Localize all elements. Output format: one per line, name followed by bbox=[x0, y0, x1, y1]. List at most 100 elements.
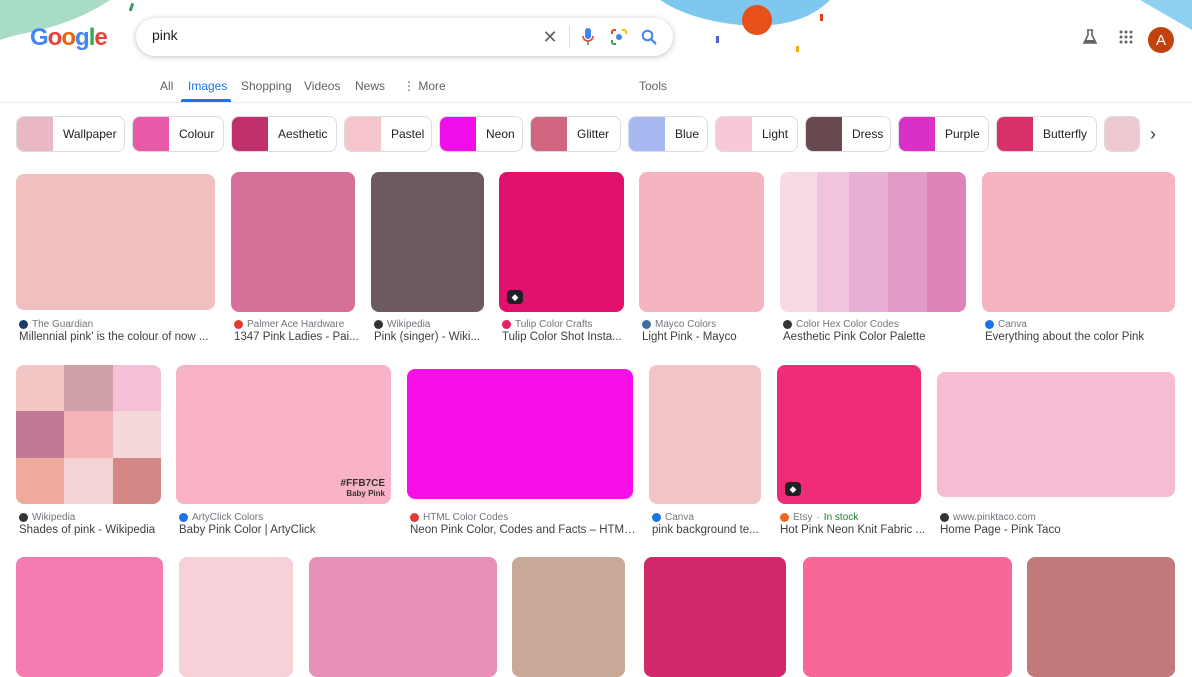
filter-chip[interactable]: Butterfly bbox=[996, 116, 1097, 152]
shopping-tag-icon: ◆ bbox=[507, 290, 523, 304]
site-favicon-icon bbox=[642, 320, 651, 329]
more-vert-icon: ⋮ bbox=[403, 79, 419, 93]
result-image[interactable] bbox=[649, 365, 761, 504]
chip-thumbnail bbox=[531, 117, 567, 151]
result-image[interactable] bbox=[16, 557, 163, 677]
result-title[interactable]: pink background te... bbox=[652, 524, 759, 536]
clear-icon[interactable]: ✕ bbox=[540, 27, 560, 47]
filter-chip[interactable] bbox=[1104, 116, 1140, 152]
site-favicon-icon bbox=[374, 320, 383, 329]
chip-label: Pastel bbox=[391, 127, 425, 141]
result-source[interactable]: The Guardian bbox=[19, 319, 93, 330]
site-favicon-icon bbox=[19, 513, 28, 522]
result-image[interactable] bbox=[512, 557, 625, 677]
result-source[interactable]: Color Hex Color Codes bbox=[783, 319, 899, 330]
header-divider bbox=[0, 102, 1192, 103]
result-title[interactable]: Millennial pink' is the colour of now ..… bbox=[19, 331, 208, 343]
color-code-overlay: #FFB7CE Baby Pink bbox=[340, 478, 385, 498]
chevron-right-icon[interactable]: › bbox=[1150, 124, 1156, 145]
result-title[interactable]: Neon Pink Color, Codes and Facts – HTML.… bbox=[410, 524, 636, 536]
chip-label: Light bbox=[762, 127, 789, 141]
result-image[interactable] bbox=[16, 365, 161, 504]
result-image[interactable] bbox=[644, 557, 786, 677]
result-image[interactable] bbox=[639, 172, 764, 312]
site-favicon-icon bbox=[783, 320, 792, 329]
tab-all[interactable]: All bbox=[160, 79, 173, 93]
filter-chip[interactable]: Aesthetic bbox=[231, 116, 337, 152]
result-image[interactable] bbox=[16, 174, 215, 310]
tab-images[interactable]: Images bbox=[188, 79, 227, 93]
result-image[interactable] bbox=[407, 369, 633, 499]
result-source[interactable]: ArtyClick Colors bbox=[179, 512, 263, 523]
result-title[interactable]: Everything about the color Pink bbox=[985, 331, 1144, 343]
chip-thumbnail bbox=[17, 117, 53, 151]
result-title[interactable]: 1347 Pink Ladies - Pai... bbox=[234, 331, 359, 343]
labs-icon[interactable] bbox=[1079, 26, 1101, 48]
result-title[interactable]: Hot Pink Neon Knit Fabric ... bbox=[780, 524, 925, 536]
result-source[interactable]: Wikipedia bbox=[19, 512, 75, 523]
result-image[interactable]: ◆ bbox=[777, 365, 921, 504]
result-title[interactable]: Tulip Color Shot Insta... bbox=[502, 331, 622, 343]
user-avatar[interactable]: A bbox=[1148, 27, 1174, 53]
filter-chip[interactable]: Light bbox=[715, 116, 798, 152]
result-image[interactable] bbox=[309, 557, 497, 677]
result-title[interactable]: Shades of pink - Wikipedia bbox=[19, 524, 155, 536]
chip-label: Aesthetic bbox=[278, 127, 328, 141]
tab-more[interactable]: ⋮ More bbox=[403, 79, 446, 93]
filter-chip[interactable]: Neon bbox=[439, 116, 523, 152]
result-image[interactable]: ◆ bbox=[499, 172, 624, 312]
result-source[interactable]: HTML Color Codes bbox=[410, 512, 508, 523]
result-image[interactable] bbox=[371, 172, 484, 312]
stock-status: In stock bbox=[823, 512, 859, 523]
result-source[interactable]: Palmer Ace Hardware bbox=[234, 319, 344, 330]
result-image[interactable] bbox=[780, 172, 966, 312]
tab-videos[interactable]: Videos bbox=[304, 79, 340, 93]
google-logo[interactable]: Google bbox=[30, 24, 108, 52]
result-image[interactable] bbox=[231, 172, 355, 312]
site-favicon-icon bbox=[985, 320, 994, 329]
chip-thumbnail bbox=[440, 117, 476, 151]
result-image[interactable] bbox=[179, 557, 293, 677]
tab-shopping[interactable]: Shopping bbox=[241, 79, 292, 93]
result-source[interactable]: Canva bbox=[652, 512, 694, 523]
result-image[interactable]: #FFB7CE Baby Pink bbox=[176, 365, 391, 504]
result-source[interactable]: Canva bbox=[985, 319, 1027, 330]
search-input[interactable] bbox=[152, 27, 532, 43]
result-source[interactable]: www.pinktaco.com bbox=[940, 512, 1036, 523]
filter-chip[interactable]: Blue bbox=[628, 116, 708, 152]
tools-button[interactable]: Tools bbox=[639, 79, 667, 93]
chip-thumbnail bbox=[345, 117, 381, 151]
filter-chip[interactable]: Wallpaper bbox=[16, 116, 125, 152]
result-source[interactable]: Mayco Colors bbox=[642, 319, 716, 330]
result-image[interactable] bbox=[982, 172, 1175, 312]
result-image[interactable] bbox=[1027, 557, 1175, 677]
microphone-icon[interactable] bbox=[578, 27, 598, 47]
result-title[interactable]: Pink (singer) - Wiki... bbox=[374, 331, 480, 343]
result-source[interactable]: Wikipedia bbox=[374, 319, 430, 330]
result-title[interactable]: Home Page - Pink Taco bbox=[940, 524, 1061, 536]
chip-label: Purple bbox=[945, 127, 980, 141]
chip-thumbnail bbox=[806, 117, 842, 151]
chip-thumbnail bbox=[629, 117, 665, 151]
search-icon[interactable] bbox=[639, 27, 659, 47]
filter-chip[interactable]: Dress bbox=[805, 116, 891, 152]
site-favicon-icon bbox=[19, 320, 28, 329]
tab-news[interactable]: News bbox=[355, 79, 385, 93]
result-title[interactable]: Baby Pink Color | ArtyClick bbox=[179, 524, 316, 536]
site-favicon-icon bbox=[652, 513, 661, 522]
result-title[interactable]: Light Pink - Mayco bbox=[642, 331, 737, 343]
result-source[interactable]: Etsy · In stock bbox=[780, 512, 858, 523]
filter-chip[interactable]: Pastel bbox=[344, 116, 432, 152]
chip-thumbnail bbox=[133, 117, 169, 151]
result-image[interactable] bbox=[803, 557, 1012, 677]
filter-chip[interactable]: Glitter bbox=[530, 116, 621, 152]
chip-label: Butterfly bbox=[1043, 127, 1088, 141]
result-source[interactable]: Tulip Color Crafts bbox=[502, 319, 592, 330]
result-image[interactable] bbox=[937, 372, 1175, 497]
filter-chip[interactable]: Colour bbox=[132, 116, 224, 152]
apps-grid-icon[interactable] bbox=[1115, 26, 1137, 48]
lens-icon[interactable] bbox=[609, 27, 629, 47]
filter-chip[interactable]: Purple bbox=[898, 116, 989, 152]
chip-label: Neon bbox=[486, 127, 515, 141]
result-title[interactable]: Aesthetic Pink Color Palette bbox=[783, 331, 926, 343]
